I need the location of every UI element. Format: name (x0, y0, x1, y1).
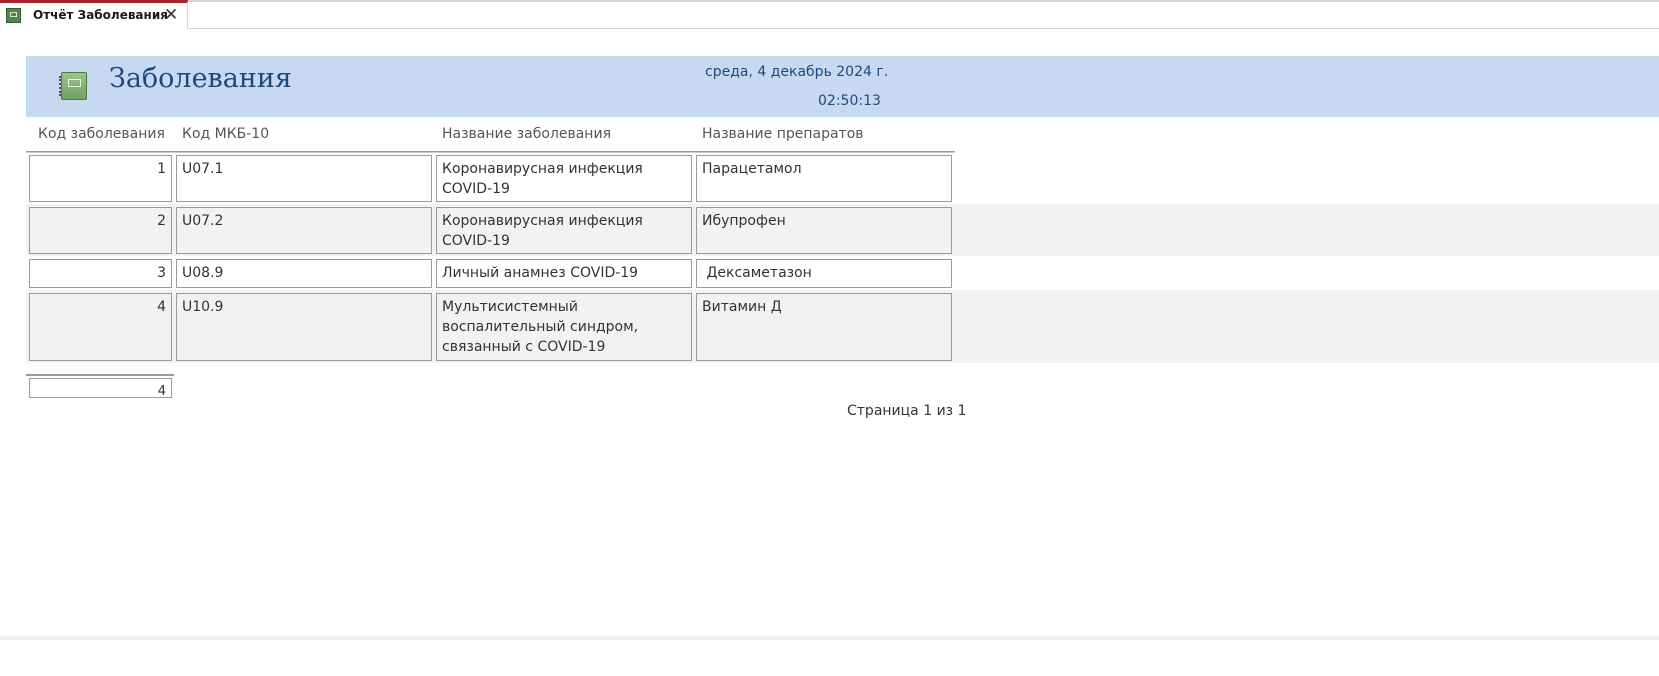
report-icon (6, 8, 21, 23)
window-bottom-edge (0, 636, 1659, 640)
cell-disease-code: 3 (29, 259, 172, 288)
cell-disease-name: Коронавирусная инфекция COVID-19 (436, 155, 692, 202)
cell-disease-code: 4 (29, 293, 172, 361)
cell-icd10-code: U10.9 (176, 293, 432, 361)
cell-drug-name: Витамин Д (696, 293, 952, 361)
report-title: Заболевания (109, 63, 292, 94)
disease-name-line: COVID-19 (442, 233, 510, 249)
disease-name-line: Коронавирусная инфекция (442, 161, 643, 177)
column-header-drug-names: Название препаратов (702, 126, 864, 142)
document-tab-bar: Отчёт Заболевания ✕ (0, 0, 1659, 29)
cell-disease-name: Коронавирусная инфекция COVID-19 (436, 207, 692, 254)
disease-name-line: воспалительный синдром, (442, 319, 639, 335)
column-header-icd10-code: Код МКБ-10 (182, 126, 270, 142)
disease-name-line: COVID-19 (442, 181, 510, 197)
cell-icd10-code: U07.2 (176, 207, 432, 254)
cell-disease-name: Мультисистемный воспалительный синдром, … (436, 293, 692, 361)
disease-name-line: связанный с COVID-19 (442, 339, 606, 355)
cell-drug-name: Парацетамол (696, 155, 952, 202)
record-count-total: 4 (29, 378, 172, 398)
tab-label: Отчёт Заболевания (33, 8, 168, 22)
total-divider (26, 374, 174, 376)
tab-strip-line (187, 0, 1659, 2)
report-header-band: Заболевания среда, 4 декабрь 2024 г. 02:… (26, 56, 1659, 117)
cell-disease-name: Личный анамнез COVID-19 (436, 259, 692, 288)
tab-report-diseases[interactable]: Отчёт Заболевания ✕ (0, 0, 188, 29)
column-header-disease-code: Код заболевания (38, 126, 165, 142)
cell-icd10-code: U08.9 (176, 259, 432, 288)
cell-drug-name: Ибупрофен (696, 207, 952, 254)
disease-name-line: Коронавирусная инфекция (442, 213, 643, 229)
header-divider (26, 151, 955, 153)
cell-icd10-code: U07.1 (176, 155, 432, 202)
report-icon (59, 72, 87, 100)
cell-disease-code: 2 (29, 207, 172, 254)
page-number: Страница 1 из 1 (847, 403, 967, 419)
column-header-disease-name: Название заболевания (442, 126, 611, 142)
cell-disease-code: 1 (29, 155, 172, 202)
report-time: 02:50:13 (818, 93, 881, 109)
close-icon[interactable]: ✕ (164, 5, 178, 25)
cell-drug-name: Дексаметазон (696, 259, 952, 288)
report-date: среда, 4 декабрь 2024 г. (705, 64, 889, 80)
disease-name-line: Мультисистемный (442, 299, 578, 315)
